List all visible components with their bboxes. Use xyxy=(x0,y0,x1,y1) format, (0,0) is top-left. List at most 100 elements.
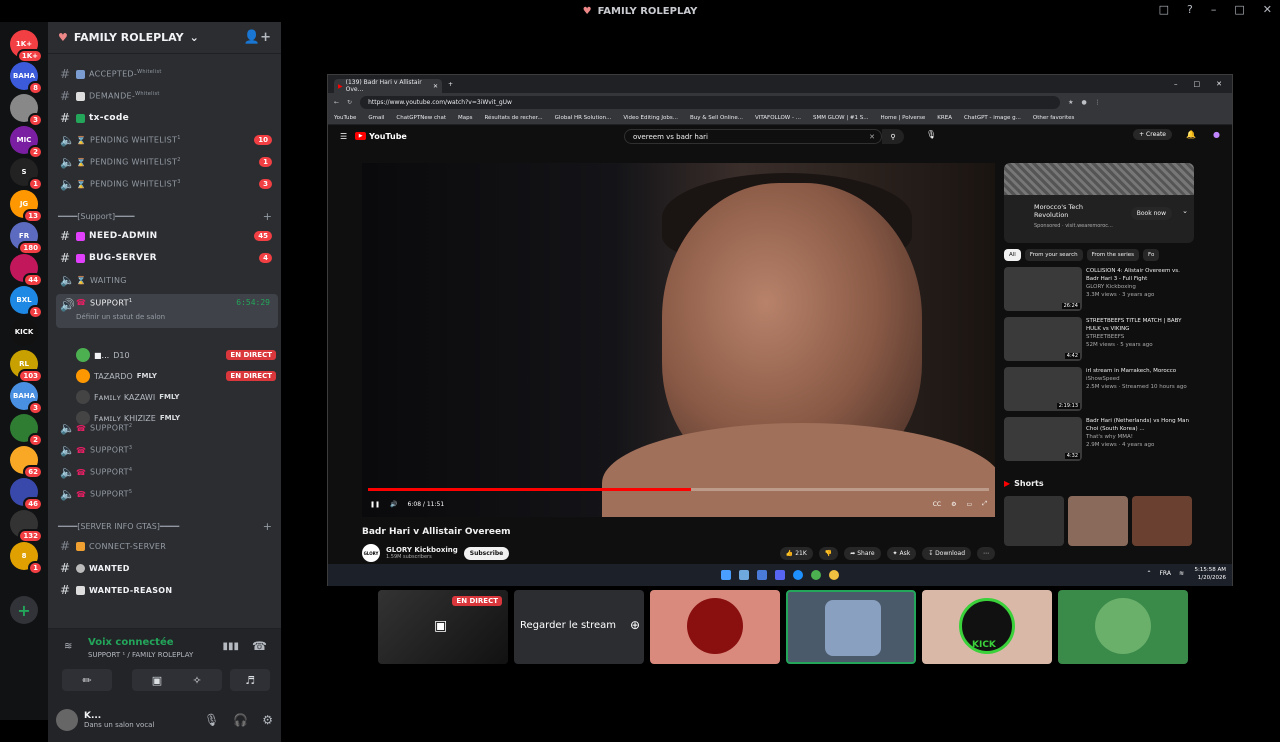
maximize-button[interactable]: □ xyxy=(1234,3,1244,16)
pause-icon[interactable]: ❚❚ xyxy=(370,501,380,508)
filter-chip[interactable]: From the series xyxy=(1086,249,1140,261)
wifi-icon[interactable]: ≋ xyxy=(1179,570,1184,577)
help-icon[interactable]: ? xyxy=(1187,3,1193,16)
channel-accepted[interactable]: # ACCEPTED-Whitelist xyxy=(56,64,278,84)
clear-search-icon[interactable]: ✕ xyxy=(869,133,875,141)
voice-user[interactable]: TAZARDO FMLY EN DIRECT xyxy=(76,367,276,385)
server-icon[interactable]: FR 180 xyxy=(10,222,43,255)
youtube-logo[interactable]: ▶ YouTube xyxy=(355,132,407,141)
ask-button[interactable]: ✦ Ask xyxy=(886,546,917,560)
avatar[interactable] xyxy=(56,709,78,731)
taskbar-app-icon[interactable] xyxy=(829,570,839,580)
avatar[interactable]: ● xyxy=(1213,130,1220,139)
activities-button[interactable]: ✧ xyxy=(172,669,222,691)
hamburger-icon[interactable]: ☰ xyxy=(340,132,347,141)
server-icon[interactable]: RL 103 xyxy=(10,350,43,383)
participant-tile[interactable]: KICK xyxy=(922,590,1052,664)
category-support[interactable]: ━━━━[Support]━━━━ + xyxy=(58,208,278,224)
add-channel-icon[interactable]: + xyxy=(263,520,272,533)
sponsored-ad[interactable]: Morocco's Tech Revolution Sponsored · vi… xyxy=(1004,163,1194,243)
bookmark-item[interactable]: ChatGPT - image g... xyxy=(964,115,1021,121)
voice-user[interactable]: Fᴀᴍɪʟʏ KAZAWI FMLY xyxy=(76,388,276,406)
menu-dots-icon[interactable]: ⋮ xyxy=(1095,99,1101,106)
channel-support-1[interactable]: 🔊 ☎ SUPPORT1 6:54:29 Définir un statut d… xyxy=(56,294,278,328)
server-icon[interactable]: 1K+ 1K+ xyxy=(10,30,43,63)
invite-icon[interactable]: 👤+ xyxy=(244,30,271,45)
channel-name[interactable]: GLORY Kickboxing xyxy=(386,546,458,554)
new-tab-icon[interactable]: + xyxy=(448,81,453,88)
recommended-video[interactable]: 4:42 STREETBEEFS TITLE MATCH | BABY HULK … xyxy=(1004,317,1194,361)
participant-tile[interactable] xyxy=(1058,590,1188,664)
notifications-icon[interactable]: 🔔 xyxy=(1186,130,1196,139)
server-icon[interactable]: BAHA 3 xyxy=(10,382,43,415)
discord-icon[interactable] xyxy=(775,570,785,580)
voice-location[interactable]: SUPPORT ¹ / FAMILY ROLEPLAY xyxy=(88,651,193,659)
streamed-browser-window[interactable]: ▶ (139) Badr Hari v Allistair Ove... ✕ +… xyxy=(327,74,1233,586)
minimize-button[interactable]: – xyxy=(1211,3,1217,16)
short-thumbnail[interactable] xyxy=(1004,496,1064,546)
server-icon[interactable]: BXL 1 xyxy=(10,286,43,319)
channel-status-hint[interactable]: Définir un statut de salon xyxy=(76,313,165,321)
chrome-icon[interactable] xyxy=(811,570,821,580)
category-server-info[interactable]: ━━━━[SERVER INFO GTAS]━━━━ + xyxy=(58,518,278,534)
microphone-icon[interactable]: 🎙 xyxy=(204,713,219,727)
server-icon[interactable]: BAHA 8 xyxy=(10,62,43,95)
close-tab-icon[interactable]: ✕ xyxy=(433,83,438,90)
channel-connect-server[interactable]: # CONNECT-SERVER xyxy=(56,536,278,556)
bookmark-item[interactable]: KREA xyxy=(937,115,952,121)
like-button[interactable]: 👍 21K xyxy=(779,546,813,560)
recommended-video[interactable]: 4:32 Badr Hari (Netherlands) vs Hong Man … xyxy=(1004,417,1194,461)
server-icon[interactable]: KICK xyxy=(10,318,38,346)
inbox-icon[interactable]: □ xyxy=(1159,3,1169,16)
search-button[interactable]: ⚲ xyxy=(882,129,904,144)
volume-icon[interactable]: 🔊 xyxy=(390,501,397,508)
channel-support-3[interactable]: 🔈 ☎ SUPPORT3 xyxy=(56,440,278,460)
create-button[interactable]: + Create xyxy=(1133,129,1172,140)
bookmark-item[interactable]: SMM GLOW | #1 S... xyxy=(813,115,869,121)
server-icon[interactable]: 2 xyxy=(10,414,43,447)
channel-wanted[interactable]: # WANTED xyxy=(56,558,278,578)
reload-icon[interactable]: ↻ xyxy=(347,99,352,106)
channel-waiting[interactable]: 🔈 ⌛ WAITING xyxy=(56,270,278,290)
channel-support-2[interactable]: 🔈 ☎ SUPPORT2 xyxy=(56,418,278,438)
server-icon[interactable]: 46 xyxy=(10,478,43,511)
dislike-button[interactable]: 👎 xyxy=(818,546,839,560)
recommended-video[interactable]: 2:19:13 irl stream in Marrakech, Morocco i… xyxy=(1004,367,1194,411)
browser-tab[interactable]: ▶ (139) Badr Hari v Allistair Ove... ✕ xyxy=(334,79,442,93)
server-icon[interactable]: MIC 2 xyxy=(10,126,43,159)
camera-off-button[interactable]: ✏ xyxy=(62,669,112,691)
server-icon[interactable]: 3 xyxy=(10,94,43,127)
close-button[interactable]: ✕ xyxy=(1216,80,1222,88)
bookmark-item[interactable]: Global HR Solution... xyxy=(555,115,612,121)
gear-icon[interactable]: ⚙ xyxy=(262,713,273,727)
channel-need-admin[interactable]: # NEED-ADMIN 45 xyxy=(56,226,278,246)
bookmark-item[interactable]: ChatGPTNew chat xyxy=(396,115,446,121)
filter-chip[interactable]: From your search xyxy=(1024,249,1083,261)
bookmark-item[interactable]: Gmail xyxy=(368,115,384,121)
chevron-up-icon[interactable]: ⌃ xyxy=(1146,570,1151,577)
channel-avatar[interactable]: GLORY xyxy=(362,544,380,562)
share-button[interactable]: ➦ Share xyxy=(844,546,881,560)
participant-tile[interactable] xyxy=(650,590,780,664)
filter-chip[interactable]: Fo xyxy=(1143,249,1160,261)
subscribe-button[interactable]: Subscribe xyxy=(463,546,510,560)
server-icon[interactable]: 44 xyxy=(10,254,43,287)
taskbar-clock[interactable]: 5:15:58 AM 1/20/2026 xyxy=(1195,566,1226,582)
bookmark-item[interactable]: Home | Polverse xyxy=(881,115,926,121)
server-icon[interactable]: 62 xyxy=(10,446,43,479)
bookmark-item[interactable]: Maps xyxy=(458,115,472,121)
channel-pending-whitelist-1[interactable]: 🔈 ⌛ PENDING WHITELIST1 10 xyxy=(56,130,278,150)
server-icon[interactable]: S1 xyxy=(10,158,43,191)
server-icon[interactable]: 81 xyxy=(10,542,43,575)
more-button[interactable]: ⋯ xyxy=(977,546,995,560)
back-icon[interactable]: ← xyxy=(334,99,339,106)
participant-tile-speaking[interactable] xyxy=(786,590,916,664)
server-icon[interactable]: 132 xyxy=(10,510,43,543)
channel-demande[interactable]: # DEMANDE-Whitelist xyxy=(56,86,278,106)
bookmark-item[interactable]: VITAFOLLOW - ... xyxy=(755,115,801,121)
add-channel-icon[interactable]: + xyxy=(263,210,272,223)
start-icon[interactable] xyxy=(721,570,731,580)
voice-user[interactable]: ■... D10 EN DIRECT xyxy=(76,346,276,364)
ad-cta-button[interactable]: Book now xyxy=(1130,207,1172,220)
profile-icon[interactable]: ● xyxy=(1081,99,1086,106)
